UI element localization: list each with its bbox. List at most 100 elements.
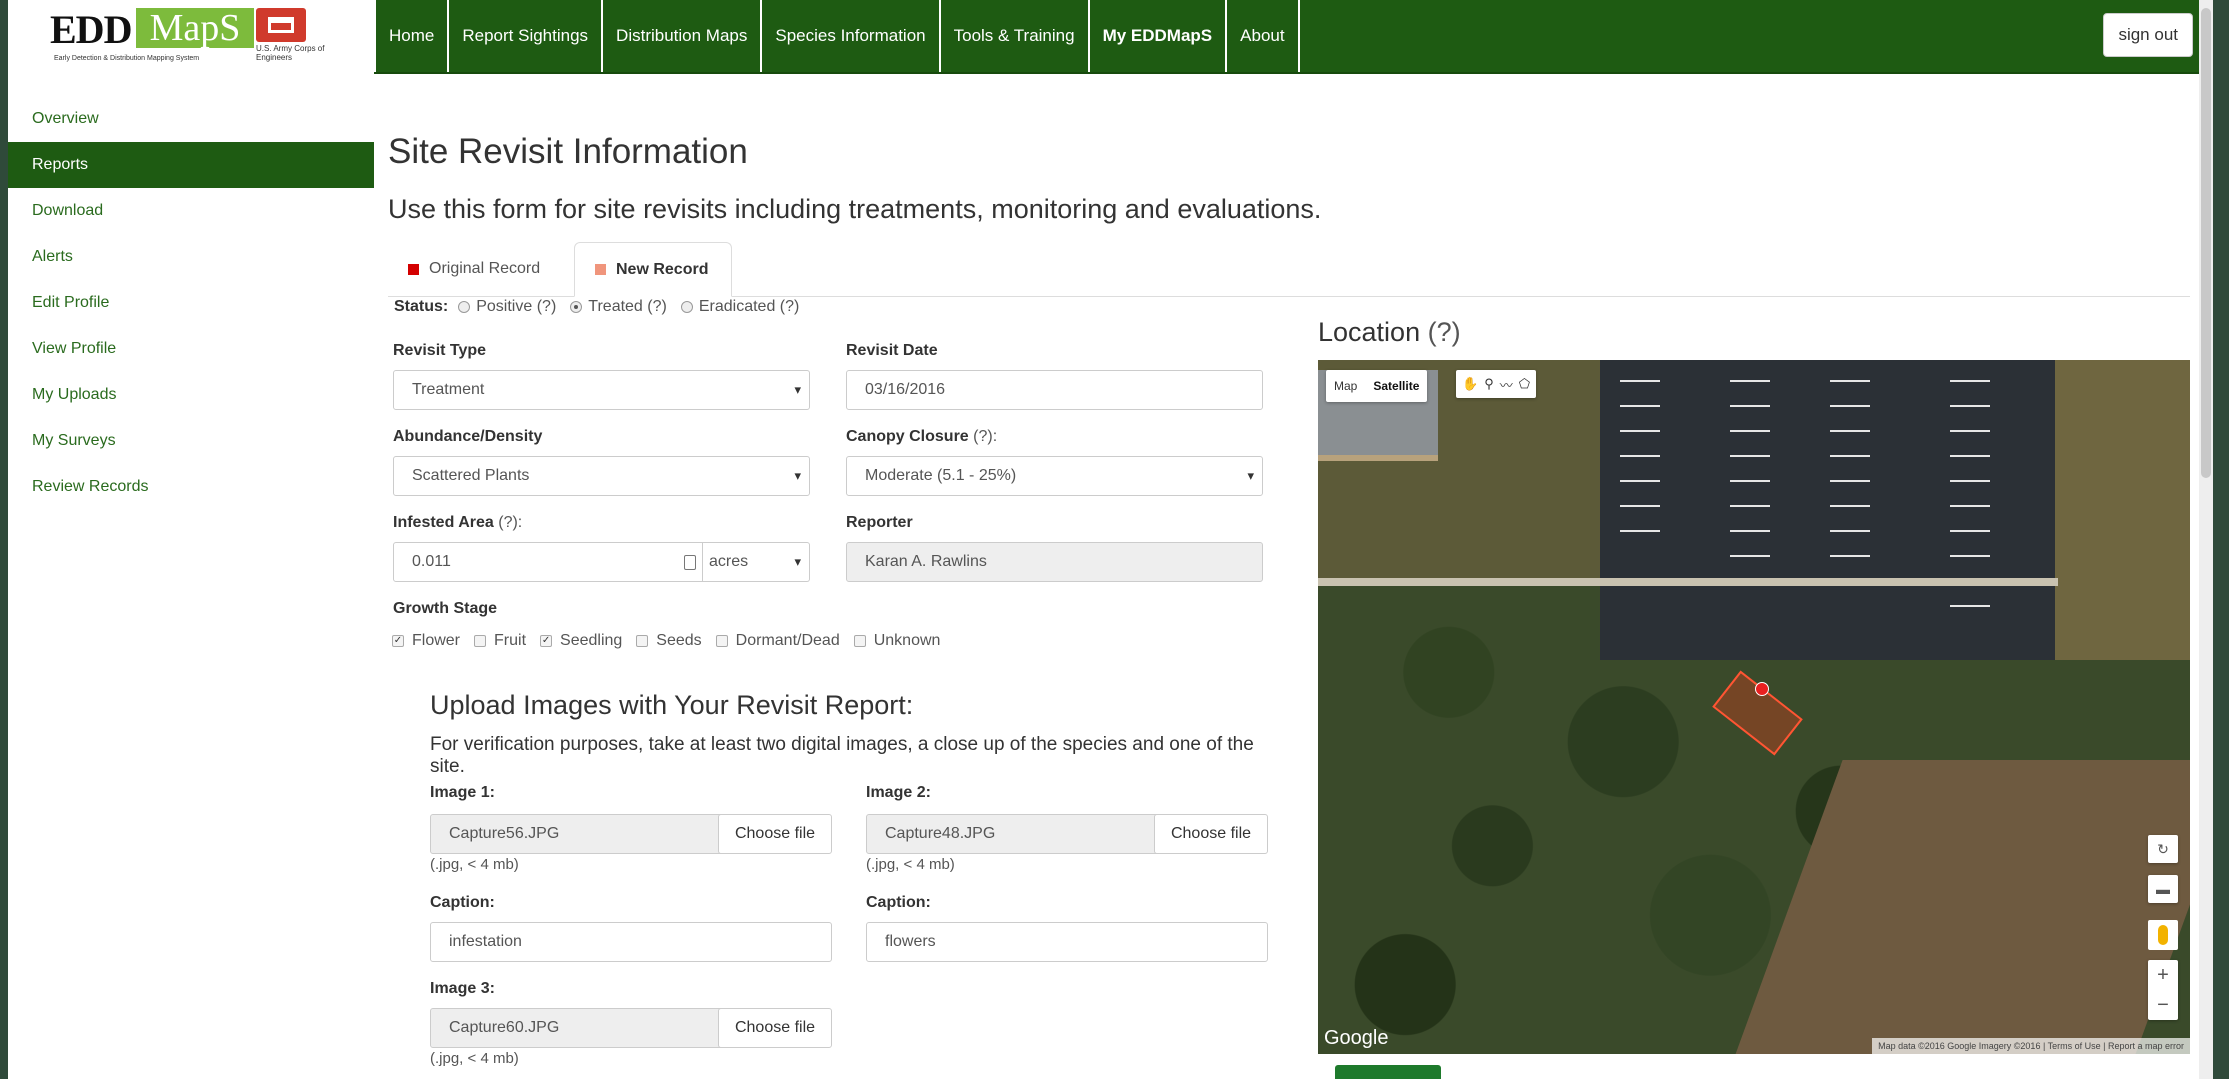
image2-caption-label: Caption:	[866, 894, 931, 911]
status-label: Status:	[394, 298, 449, 315]
marker-icon[interactable]: ⚲	[1484, 376, 1494, 392]
map-type-satellite[interactable]: Satellite	[1365, 370, 1427, 402]
canopy-help[interactable]: (?):	[973, 428, 997, 445]
sidebar-item-my-uploads[interactable]: My Uploads	[8, 372, 374, 418]
image2-label: Image 2:	[866, 784, 931, 801]
image1-choose-file-button[interactable]: Choose file	[718, 814, 832, 854]
map-type-map[interactable]: Map	[1326, 370, 1365, 402]
growth-flower-label: Flower	[412, 632, 461, 649]
location-title-text: Location	[1318, 317, 1421, 347]
polygon-icon[interactable]: ⬠	[1519, 376, 1530, 392]
scrollbar-thumb[interactable]	[2201, 8, 2211, 478]
zoom-out-button[interactable]: −	[2148, 990, 2178, 1020]
status-treated-help[interactable]: (?)	[647, 298, 667, 315]
rotate-icon[interactable]: ↻	[2148, 835, 2178, 863]
logo-partner: U.S. Army Corps of Engineers	[256, 44, 325, 62]
street-view-pegman-icon[interactable]	[2148, 920, 2178, 950]
status-row: Status: Positive (?) Treated (?) Eradica…	[394, 298, 809, 316]
growth-dormant-label: Dormant/Dead	[735, 632, 840, 649]
image1-label: Image 1:	[430, 784, 495, 801]
status-treated-label: Treated	[588, 298, 643, 315]
nav-tools-training[interactable]: Tools & Training	[938, 0, 1088, 72]
sign-out-button[interactable]: sign out	[2103, 13, 2193, 57]
page-title: Site Revisit Information	[388, 132, 748, 171]
location-help[interactable]: (?)	[1428, 317, 1461, 347]
growth-seedling-label: Seedling	[560, 632, 623, 649]
canopy-select[interactable]: Moderate (5.1 - 25%)	[846, 456, 1263, 496]
tilt-icon[interactable]: ▬	[2148, 875, 2178, 903]
tab-original-record[interactable]: Original Record	[388, 242, 568, 296]
nav-my-eddmaps[interactable]: My EDDMapS	[1087, 0, 1226, 72]
nav-distribution-maps[interactable]: Distribution Maps	[601, 0, 760, 72]
status-positive-help[interactable]: (?)	[537, 298, 557, 315]
growth-stage-label: Growth Stage	[393, 600, 498, 617]
map-type-control: Map Satellite	[1326, 370, 1428, 402]
growth-seeds-checkbox[interactable]	[636, 635, 649, 647]
revisit-type-label: Revisit Type	[393, 342, 487, 359]
nav-species-information[interactable]: Species Information	[760, 0, 938, 72]
sidebar-item-reports[interactable]: Reports	[8, 142, 374, 188]
nav-about[interactable]: About	[1225, 0, 1300, 72]
nav-report-sightings[interactable]: Report Sightings	[447, 0, 601, 72]
sidebar-item-overview[interactable]: Overview	[8, 96, 374, 142]
abundance-select[interactable]: Scattered Plants	[393, 456, 810, 496]
tab-new-record[interactable]: New Record	[574, 242, 732, 297]
sidebar: Overview Reports Download Alerts Edit Pr…	[8, 96, 374, 510]
sidebar-item-my-surveys[interactable]: My Surveys	[8, 418, 374, 464]
zoom-in-button[interactable]: +	[2148, 960, 2178, 990]
image1-caption-input[interactable]: infestation	[430, 922, 832, 962]
image3-label: Image 3:	[430, 980, 495, 997]
line-icon[interactable]: 〰	[1500, 375, 1513, 394]
growth-seedling-checkbox[interactable]: ✓	[540, 635, 553, 647]
growth-unknown-label: Unknown	[873, 632, 941, 649]
map-drawing-tools: ✋ ⚲ 〰 ⬠	[1456, 370, 1537, 398]
sidebar-item-view-profile[interactable]: View Profile	[8, 326, 374, 372]
map-sidewalk	[1318, 578, 2058, 586]
infested-area-label-text: Infested Area	[393, 514, 494, 531]
image2-choose-file-button[interactable]: Choose file	[1154, 814, 1268, 854]
upload-title: Upload Images with Your Revisit Report:	[430, 690, 914, 720]
status-eradicated-label: Eradicated	[698, 298, 776, 315]
top-navigation: Home Report Sightings Distribution Maps …	[374, 0, 2213, 74]
logo-text-edd: EDD	[50, 7, 132, 52]
growth-seeds-label: Seeds	[656, 632, 702, 649]
sidebar-item-edit-profile[interactable]: Edit Profile	[8, 280, 374, 326]
eddmaps-logo[interactable]: EDD MapS U.S. Army Corps of Engineers Ea…	[8, 0, 374, 72]
sidebar-item-alerts[interactable]: Alerts	[8, 234, 374, 280]
reporter-field: Karan A. Rawlins	[846, 542, 1263, 582]
image1-caption-label: Caption:	[430, 894, 495, 911]
revisit-date-input[interactable]: 03/16/2016	[846, 370, 1263, 410]
infested-area-unit-select[interactable]: acres	[703, 542, 810, 582]
map-marker-icon[interactable]	[1755, 682, 1769, 696]
status-positive-radio[interactable]	[458, 301, 471, 313]
upload-note: For verification purposes, take at least…	[430, 734, 1254, 777]
status-eradicated-help[interactable]: (?)	[780, 298, 800, 315]
infested-area-label: Infested Area (?):	[393, 514, 522, 532]
growth-flower-checkbox[interactable]: ✓	[392, 635, 404, 647]
location-map[interactable]: Map Satellite ✋ ⚲ 〰 ⬠ ↻ ▬ + − Google Map…	[1318, 360, 2190, 1054]
growth-fruit-checkbox[interactable]	[474, 635, 487, 647]
growth-unknown-checkbox[interactable]	[853, 635, 866, 647]
status-treated-radio[interactable]	[570, 301, 583, 313]
status-eradicated-radio[interactable]	[680, 301, 693, 313]
page-intro: Use this form for site revisits includin…	[388, 194, 1322, 224]
original-record-marker-icon	[408, 263, 419, 275]
abundance-label: Abundance/Density	[393, 428, 543, 445]
canopy-label: Canopy Closure (?):	[846, 428, 997, 446]
submit-button[interactable]	[1335, 1065, 1441, 1079]
growth-dormant-checkbox[interactable]	[715, 635, 728, 647]
tab-new-record-label: New Record	[616, 260, 709, 278]
image3-choose-file-button[interactable]: Choose file	[718, 1008, 832, 1048]
calculator-icon[interactable]	[684, 555, 696, 570]
image1-filename: Capture56.JPG	[430, 814, 722, 854]
sidebar-item-review-records[interactable]: Review Records	[8, 464, 374, 510]
image2-caption-input[interactable]: flowers	[866, 922, 1268, 962]
sidebar-item-download[interactable]: Download	[8, 188, 374, 234]
growth-stage-options: ✓ Flower Fruit ✓ Seedling Seeds Dormant/De…	[392, 632, 954, 650]
infested-area-input[interactable]: 0.011	[393, 542, 703, 582]
hand-icon[interactable]: ✋	[1462, 376, 1478, 392]
nav-home[interactable]: Home	[374, 0, 447, 72]
revisit-type-select[interactable]: Treatment	[393, 370, 810, 410]
infested-area-help[interactable]: (?):	[498, 514, 522, 531]
page-scrollbar[interactable]	[2199, 0, 2213, 1079]
